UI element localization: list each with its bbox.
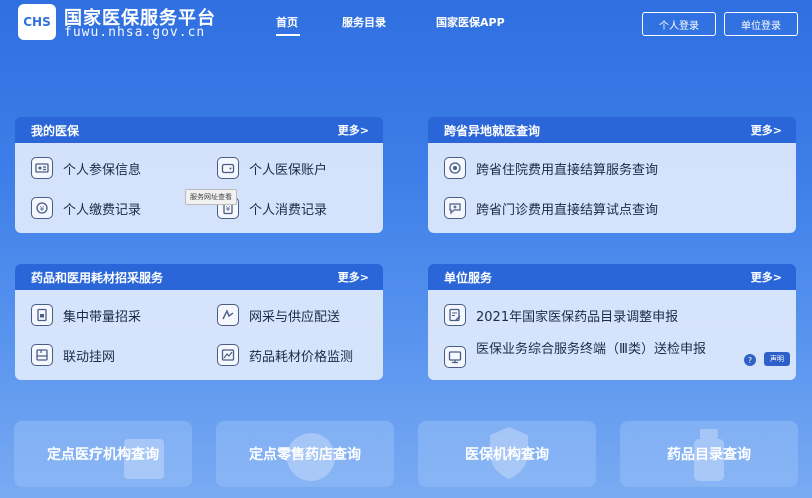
panel-header: 我的医保 更多> (15, 117, 383, 143)
top-header: CHS 国家医保服务平台 fuwu.nhsa.gov.cn 首页 服务目录 国家… (0, 0, 812, 60)
item-label: 联动挂网 (63, 349, 116, 365)
item-label: 药品耗材价格监测 (249, 349, 354, 365)
unit-login-button[interactable]: 单位登录 (724, 12, 798, 36)
link-personal-account[interactable]: 个人医保账户 (217, 157, 327, 179)
payment-icon: ¥ (31, 197, 53, 219)
panel-header: 药品和医用耗材招采服务 更多> (15, 264, 383, 290)
more-link[interactable]: 更多> (751, 122, 782, 138)
site-domain: fuwu.nhsa.gov.cn (64, 25, 206, 40)
panel-title: 单位服务 (444, 270, 493, 285)
form-edit-icon (444, 304, 466, 326)
tile-drug-catalog[interactable]: 药品目录查询 (620, 421, 798, 487)
link-drug-catalog-adjustment[interactable]: 2021年国家医保药品目录调整申报 (444, 304, 678, 326)
delivery-icon (217, 304, 239, 326)
nav-home[interactable]: 首页 (276, 14, 298, 30)
link-personal-insurance-info[interactable]: 个人参保信息 (31, 157, 141, 179)
panel-body: 集中带量招采 网采与供应配送 联动挂网 药品耗材价格监测 (15, 290, 383, 380)
more-link[interactable]: 更多> (751, 269, 782, 285)
nav-service-catalog[interactable]: 服务目录 (342, 14, 386, 30)
item-label: 跨省门诊费用直接结算试点查询 (476, 202, 659, 218)
tooltip: 服务网址查看 (185, 189, 237, 205)
item-label: 个人消费记录 (249, 202, 328, 218)
more-link[interactable]: 更多> (338, 122, 369, 138)
tile-label: 药品目录查询 (667, 447, 751, 463)
panel-title: 我的医保 (31, 123, 80, 138)
chart-image-icon (217, 344, 239, 366)
tile-label: 定点医疗机构查询 (47, 447, 159, 463)
document-lock-icon (31, 304, 53, 326)
item-label: 个人参保信息 (63, 162, 142, 178)
link-price-monitoring[interactable]: 药品耗材价格监测 (217, 344, 353, 366)
wallet-icon (217, 157, 239, 179)
panel-unit-services: 单位服务 更多> 2021年国家医保药品目录调整申报 医保业务综合服务终端（Ⅲ类… (428, 264, 796, 380)
personal-login-button[interactable]: 个人登录 (642, 12, 716, 36)
tile-designated-medical-institutions[interactable]: 定点医疗机构查询 (14, 421, 192, 487)
item-label: 个人缴费记录 (63, 202, 142, 218)
more-link[interactable]: 更多> (338, 269, 369, 285)
svg-text:¥: ¥ (40, 205, 45, 213)
link-linked-listing[interactable]: 联动挂网 (31, 344, 115, 366)
tile-label: 医保机构查询 (465, 447, 549, 463)
panel-cross-province-medical: 跨省异地就医查询 更多> 跨省住院费用直接结算服务查询 跨省门诊费用直接结算试点… (428, 117, 796, 233)
nav-active-underline (276, 34, 300, 36)
panel-body: 跨省住院费用直接结算服务查询 跨省门诊费用直接结算试点查询 (428, 143, 796, 233)
chat-medical-icon (444, 197, 466, 219)
panel-header: 单位服务 更多> (428, 264, 796, 290)
notice-chip[interactable]: 声明 (764, 352, 790, 366)
tile-insurance-agencies[interactable]: 医保机构查询 (418, 421, 596, 487)
link-volume-procurement[interactable]: 集中带量招采 (31, 304, 141, 326)
id-card-icon (31, 157, 53, 179)
item-label: 网采与供应配送 (249, 309, 341, 325)
tile-designated-pharmacies[interactable]: 定点零售药店查询 (216, 421, 394, 487)
item-label: 2021年国家医保药品目录调整申报 (476, 309, 679, 325)
panel-body: 个人参保信息 个人医保账户 ¥ 个人缴费记录 ¥ 个人消费记录 服务网址查看 (15, 143, 383, 233)
link-online-procurement-delivery[interactable]: 网采与供应配送 (217, 304, 340, 326)
help-badge[interactable]: ? (744, 354, 756, 366)
panel-drug-procurement: 药品和医用耗材招采服务 更多> 集中带量招采 网采与供应配送 联动挂网 药品耗材… (15, 264, 383, 380)
svg-text:¥: ¥ (226, 205, 231, 213)
link-cross-province-outpatient[interactable]: 跨省门诊费用直接结算试点查询 (444, 197, 658, 219)
item-label: 跨省住院费用直接结算服务查询 (476, 162, 659, 178)
panel-header: 跨省异地就医查询 更多> (428, 117, 796, 143)
link-terminal-inspection[interactable]: 医保业务综合服务终端（Ⅲ类）送检申报 (444, 342, 744, 368)
monitor-icon (444, 346, 466, 368)
item-label: 集中带量招采 (63, 309, 142, 325)
tile-label: 定点零售药店查询 (249, 447, 361, 463)
item-label: 个人医保账户 (249, 162, 328, 178)
panel-body: 2021年国家医保药品目录调整申报 医保业务综合服务终端（Ⅲ类）送检申报 ? 声… (428, 290, 796, 380)
site-logo[interactable]: CHS (18, 4, 56, 40)
location-icon (444, 157, 466, 179)
panel-title: 药品和医用耗材招采服务 (31, 270, 164, 285)
item-label: 医保业务综合服务终端（Ⅲ类）送检申报 (476, 342, 706, 357)
panel-title: 跨省异地就医查询 (444, 123, 541, 138)
logo-text: CHS (23, 15, 51, 29)
nav-app[interactable]: 国家医保APP (436, 14, 505, 30)
network-icon (31, 344, 53, 366)
link-cross-province-inpatient[interactable]: 跨省住院费用直接结算服务查询 (444, 157, 658, 179)
panel-my-insurance: 我的医保 更多> 个人参保信息 个人医保账户 ¥ 个人缴费记录 ¥ 个人消费记录 (15, 117, 383, 233)
link-personal-payment-records[interactable]: ¥ 个人缴费记录 (31, 197, 141, 219)
